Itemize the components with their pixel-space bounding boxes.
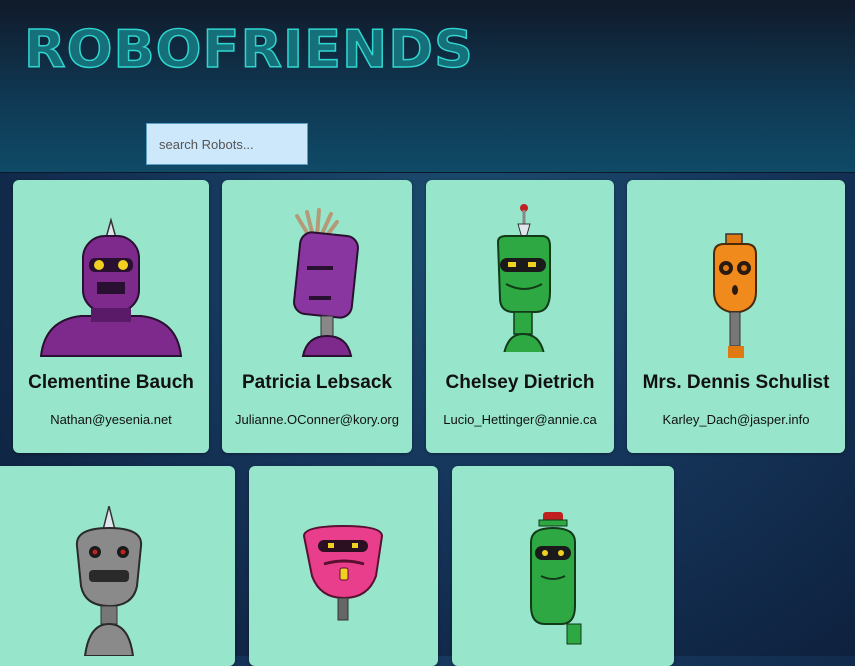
search-input[interactable] bbox=[146, 123, 308, 165]
robot-avatar-pink bbox=[302, 524, 384, 621]
robot-avatar-purple-tuft bbox=[293, 208, 359, 357]
robot-avatar-green-antenna bbox=[496, 204, 551, 352]
robot-avatar-purple-spike bbox=[39, 217, 183, 357]
robot-card: Mrs. Dennis Schulist Karley_Dach@jasper.… bbox=[627, 180, 845, 453]
robot-card bbox=[249, 466, 438, 666]
robot-avatar-orange bbox=[713, 233, 757, 358]
robot-card: Patricia Lebsack Julianne.OConner@kory.o… bbox=[222, 180, 412, 453]
robot-email: Nathan@yesenia.net bbox=[50, 412, 172, 427]
robot-card: Clementine Bauch Nathan@yesenia.net bbox=[13, 180, 209, 453]
robot-name: Clementine Bauch bbox=[28, 372, 194, 393]
robot-email: Julianne.OConner@kory.org bbox=[235, 412, 399, 427]
robot-card bbox=[0, 466, 235, 666]
header: ROBOFRIENDS bbox=[0, 0, 855, 173]
robot-name: Chelsey Dietrich bbox=[445, 372, 595, 393]
robot-name: Mrs. Dennis Schulist bbox=[642, 372, 830, 393]
robot-name: Patricia Lebsack bbox=[242, 372, 392, 393]
robot-avatar-green-cap bbox=[530, 512, 582, 645]
robot-email: Karley_Dach@jasper.info bbox=[662, 412, 810, 427]
robot-avatar-gray-spike bbox=[75, 506, 143, 656]
robot-card: Chelsey Dietrich Lucio_Hettinger@annie.c… bbox=[426, 180, 614, 453]
robot-email: Lucio_Hettinger@annie.ca bbox=[443, 412, 597, 427]
app-logo-title: ROBOFRIENDS bbox=[23, 19, 474, 80]
robot-card bbox=[452, 466, 674, 666]
